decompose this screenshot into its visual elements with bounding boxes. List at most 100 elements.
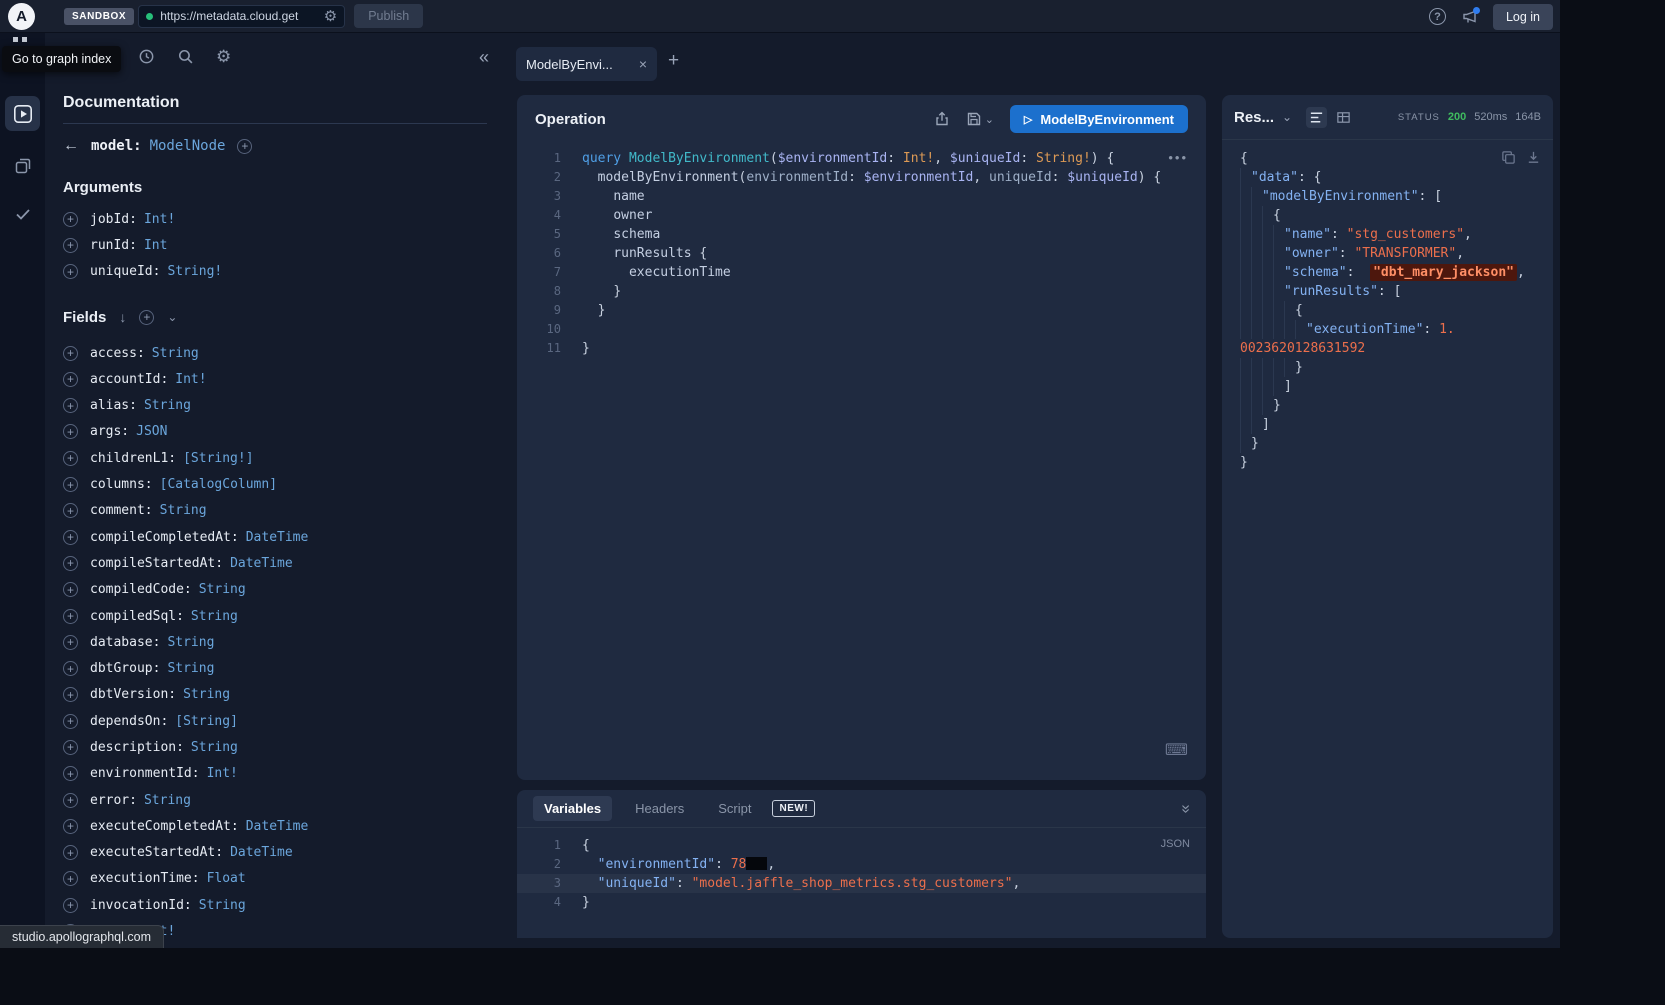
code-line[interactable]: 8 } bbox=[517, 282, 1206, 301]
field-type-link[interactable]: JSON bbox=[136, 424, 167, 439]
field-row[interactable]: +comment:String bbox=[63, 498, 487, 524]
code-line[interactable]: 4 owner bbox=[517, 206, 1206, 225]
add-type-icon[interactable]: + bbox=[237, 139, 252, 154]
chevron-down-icon[interactable]: ⌄ bbox=[167, 310, 177, 324]
code-line[interactable]: 11} bbox=[517, 339, 1206, 358]
collections-nav-icon[interactable] bbox=[5, 148, 40, 183]
field-type-link[interactable]: String! bbox=[167, 264, 222, 279]
field-type-link[interactable]: String bbox=[199, 898, 246, 913]
field-row[interactable]: +executeCompletedAt:DateTime bbox=[63, 813, 487, 839]
code-line[interactable]: "owner": "TRANSFORMER", bbox=[1240, 244, 1535, 263]
field-row[interactable]: +description:String bbox=[63, 734, 487, 760]
tab-modelbyenvironment[interactable]: ModelByEnvi... × bbox=[516, 47, 657, 81]
code-line[interactable]: 0023620128631592 bbox=[1240, 339, 1535, 358]
argument-row[interactable]: +jobId:Int! bbox=[63, 206, 487, 232]
tab-script[interactable]: Script bbox=[707, 796, 762, 821]
add-to-operation-icon[interactable]: + bbox=[63, 740, 78, 755]
field-type-link[interactable]: String bbox=[167, 635, 214, 650]
field-row[interactable]: +executionTime:Float bbox=[63, 866, 487, 892]
publish-button[interactable]: Publish bbox=[354, 4, 423, 28]
code-line[interactable]: { bbox=[1240, 149, 1535, 168]
field-row[interactable]: +executeStartedAt:DateTime bbox=[63, 840, 487, 866]
save-icon[interactable]: ⌄ bbox=[966, 111, 994, 127]
announcements-icon[interactable] bbox=[1461, 9, 1478, 25]
field-row[interactable]: +database:String bbox=[63, 629, 487, 655]
connection-settings-icon[interactable]: ⚙ bbox=[324, 7, 337, 25]
help-icon[interactable]: ? bbox=[1429, 8, 1446, 25]
field-row[interactable]: +compileCompletedAt:DateTime bbox=[63, 524, 487, 550]
field-type-link[interactable]: String bbox=[167, 661, 214, 676]
add-to-operation-icon[interactable]: + bbox=[63, 661, 78, 676]
settings-gear-icon[interactable]: ⚙ bbox=[216, 48, 231, 65]
code-line[interactable]: } bbox=[1240, 434, 1535, 453]
field-row[interactable]: +dbtGroup:String bbox=[63, 655, 487, 681]
field-type-link[interactable]: Int! bbox=[175, 372, 206, 387]
code-line[interactable]: ] bbox=[1240, 377, 1535, 396]
add-to-operation-icon[interactable]: + bbox=[63, 714, 78, 729]
code-line[interactable]: 9 } bbox=[517, 301, 1206, 320]
add-to-operation-icon[interactable]: + bbox=[63, 687, 78, 702]
formatted-view-icon[interactable] bbox=[1306, 107, 1327, 128]
field-row[interactable]: +error:String bbox=[63, 787, 487, 813]
add-to-operation-icon[interactable]: + bbox=[63, 530, 78, 545]
add-to-operation-icon[interactable]: + bbox=[63, 845, 78, 860]
field-row[interactable]: +access:String bbox=[63, 340, 487, 366]
field-type-link[interactable]: String bbox=[183, 687, 230, 702]
history-icon[interactable] bbox=[138, 48, 155, 65]
code-line[interactable]: 5 schema bbox=[517, 225, 1206, 244]
code-line[interactable]: 1query ModelByEnvironment($environmentId… bbox=[517, 149, 1206, 168]
field-type-link[interactable]: DateTime bbox=[246, 819, 309, 834]
code-line[interactable]: } bbox=[1240, 396, 1535, 415]
checklist-nav-icon[interactable] bbox=[5, 196, 40, 231]
field-type-link[interactable]: [String!] bbox=[183, 451, 253, 466]
field-row[interactable]: +compiledSql:String bbox=[63, 603, 487, 629]
collapse-bottom-panel-icon[interactable]: » bbox=[1177, 804, 1195, 813]
field-row[interactable]: +compileStartedAt:DateTime bbox=[63, 550, 487, 576]
code-line[interactable]: 10 bbox=[517, 320, 1206, 339]
code-line[interactable]: ] bbox=[1240, 415, 1535, 434]
download-icon[interactable] bbox=[1526, 150, 1541, 165]
code-line[interactable]: 2 modelByEnvironment(environmentId: $env… bbox=[517, 168, 1206, 187]
code-line[interactable]: "data": { bbox=[1240, 168, 1535, 187]
field-type-link[interactable]: DateTime bbox=[230, 556, 293, 571]
add-to-operation-icon[interactable]: + bbox=[63, 582, 78, 597]
code-line[interactable]: 1{ bbox=[517, 836, 1206, 855]
breadcrumb-type-link[interactable]: ModelNode bbox=[150, 138, 226, 154]
code-line[interactable]: 4} bbox=[517, 893, 1206, 912]
field-row[interactable]: +childrenL1:[String!] bbox=[63, 445, 487, 471]
field-type-link[interactable]: String bbox=[191, 609, 238, 624]
add-to-operation-icon[interactable]: + bbox=[63, 451, 78, 466]
add-all-fields-icon[interactable]: + bbox=[139, 310, 154, 325]
code-line[interactable]: 7 executionTime bbox=[517, 263, 1206, 282]
field-type-link[interactable]: DateTime bbox=[230, 845, 293, 860]
copy-icon[interactable] bbox=[1501, 150, 1516, 165]
code-line[interactable]: 3 name bbox=[517, 187, 1206, 206]
graph-url-input[interactable]: https://metadata.cloud.get ⚙ bbox=[138, 5, 345, 28]
add-to-operation-icon[interactable]: + bbox=[63, 264, 78, 279]
add-to-operation-icon[interactable]: + bbox=[63, 609, 78, 624]
add-to-operation-icon[interactable]: + bbox=[63, 212, 78, 227]
field-type-link[interactable]: String bbox=[144, 793, 191, 808]
save-caret-icon[interactable]: ⌄ bbox=[985, 113, 994, 126]
code-line[interactable]: { bbox=[1240, 206, 1535, 225]
sort-icon[interactable]: ↓ bbox=[119, 309, 126, 325]
field-row[interactable]: +environmentId:Int! bbox=[63, 761, 487, 787]
code-line[interactable]: "name": "stg_customers", bbox=[1240, 225, 1535, 244]
field-row[interactable]: +args:JSON bbox=[63, 419, 487, 445]
add-to-operation-icon[interactable]: + bbox=[63, 793, 78, 808]
add-to-operation-icon[interactable]: + bbox=[63, 503, 78, 518]
field-row[interactable]: +columns:[CatalogColumn] bbox=[63, 471, 487, 497]
search-icon[interactable] bbox=[177, 48, 194, 65]
response-chevron-icon[interactable]: ⌄ bbox=[1282, 110, 1292, 124]
field-type-link[interactable]: String bbox=[144, 398, 191, 413]
add-to-operation-icon[interactable]: + bbox=[63, 372, 78, 387]
editor-overflow-menu-icon[interactable]: ••• bbox=[1168, 150, 1188, 165]
field-type-link[interactable]: Int bbox=[144, 238, 167, 253]
argument-row[interactable]: +uniqueId:String! bbox=[63, 259, 487, 285]
add-to-operation-icon[interactable]: + bbox=[63, 346, 78, 361]
collapse-sidebar-icon[interactable]: « bbox=[479, 48, 505, 66]
code-line[interactable]: 2 "environmentId": 78, bbox=[517, 855, 1206, 874]
add-to-operation-icon[interactable]: + bbox=[63, 424, 78, 439]
code-line[interactable]: "executionTime": 1. bbox=[1240, 320, 1535, 339]
keyboard-shortcuts-icon[interactable]: ⌨ bbox=[1165, 740, 1188, 760]
